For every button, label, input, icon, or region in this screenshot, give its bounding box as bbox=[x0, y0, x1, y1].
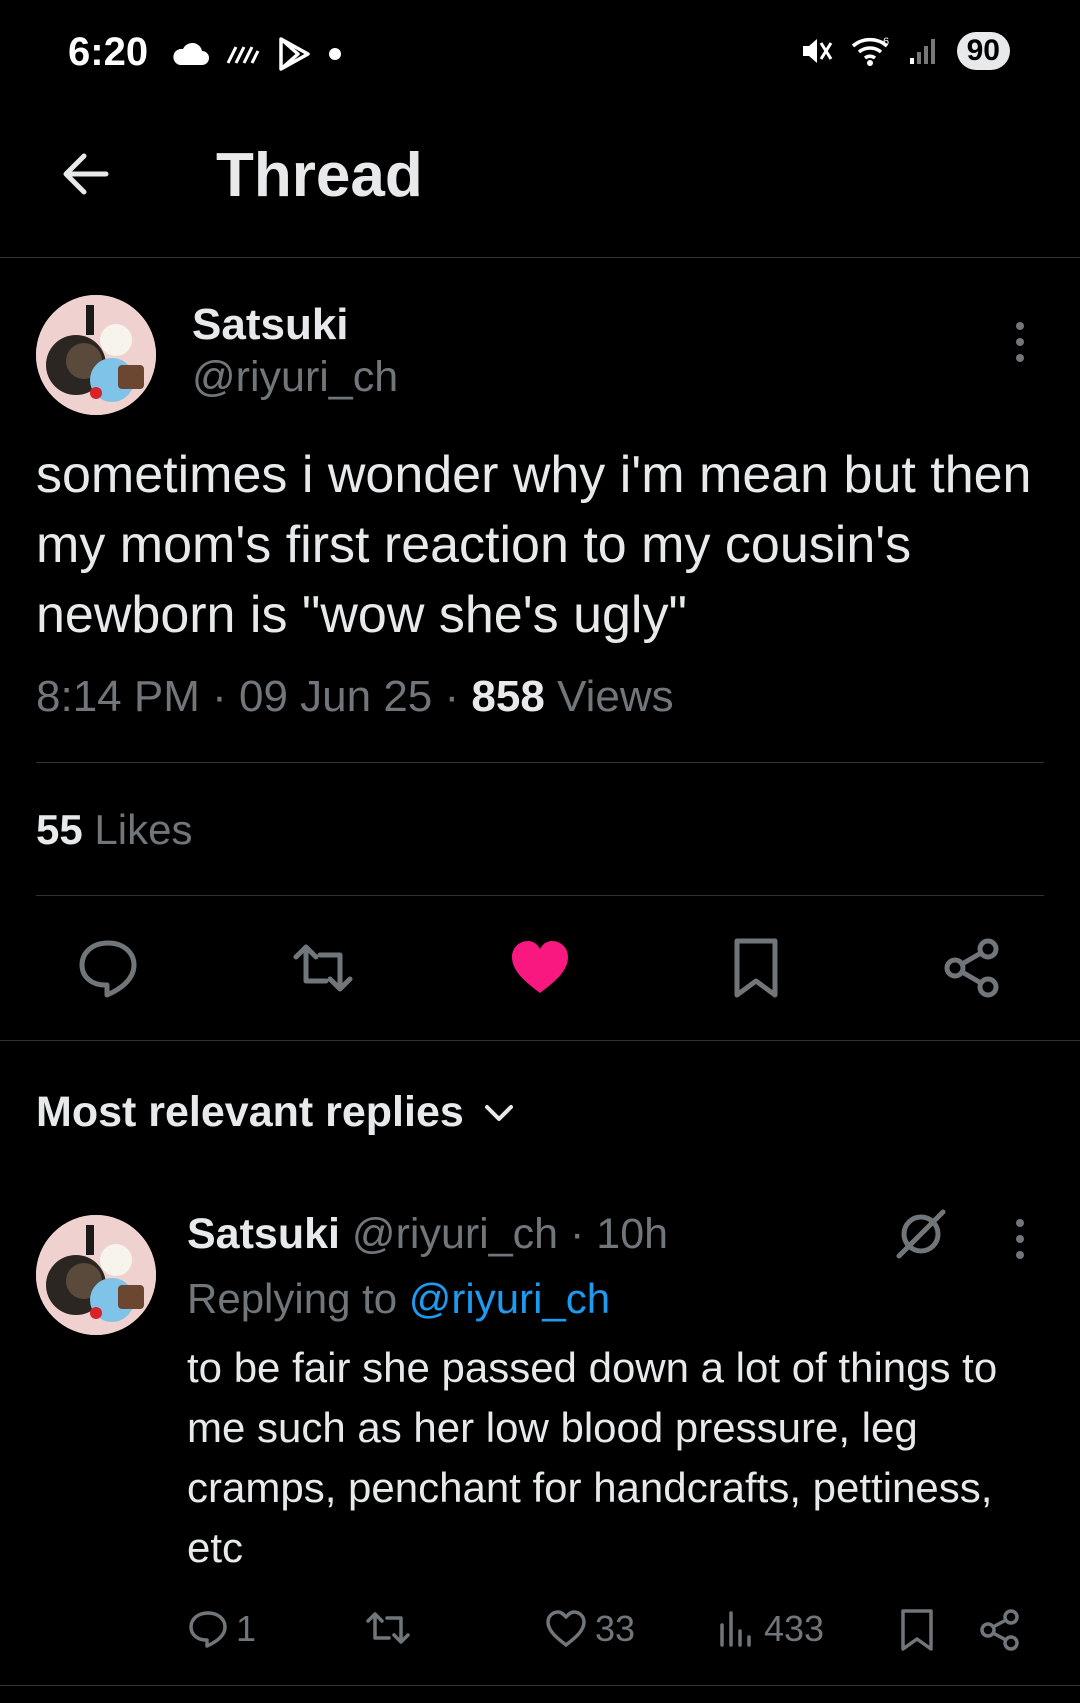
reply-bookmark-icon[interactable] bbox=[897, 1608, 937, 1652]
header-divider bbox=[0, 257, 1080, 258]
actions-divider bbox=[0, 1040, 1080, 1041]
reply-age: 10h bbox=[596, 1210, 669, 1258]
signal-icon bbox=[909, 39, 935, 64]
views-label: Views bbox=[557, 672, 674, 721]
replying-to: Replying to @riyuri_ch bbox=[187, 1275, 610, 1323]
mute-icon bbox=[802, 39, 832, 63]
page-title: Thread bbox=[216, 141, 423, 210]
reply-views-button[interactable]: 433 bbox=[718, 1608, 824, 1650]
reply-avatar[interactable] bbox=[36, 1215, 156, 1335]
reply-retweet-button[interactable] bbox=[365, 1608, 411, 1648]
reply-count: 1 bbox=[236, 1608, 257, 1649]
reply-reply-button[interactable]: 1 bbox=[188, 1608, 256, 1650]
replies-sort-dropdown[interactable]: Most relevant replies bbox=[36, 1088, 514, 1137]
avatar[interactable] bbox=[36, 295, 156, 415]
tweet-text: sometimes i wonder why i'm mean but then… bbox=[36, 446, 1032, 644]
tweet-date: 09 Jun 25 bbox=[239, 672, 433, 721]
heart-outline-icon bbox=[546, 1610, 586, 1647]
reply-icon[interactable] bbox=[77, 937, 139, 999]
reply-icon bbox=[189, 1611, 227, 1648]
status-left-icons bbox=[170, 36, 342, 72]
retweet-icon[interactable] bbox=[292, 937, 354, 999]
reply-more-options-icon[interactable] bbox=[1000, 1215, 1040, 1265]
arrow-left-icon bbox=[63, 153, 109, 195]
stats-divider bbox=[36, 895, 1044, 896]
likes-label: Likes bbox=[94, 806, 193, 853]
more-options-icon[interactable] bbox=[1000, 318, 1040, 368]
replying-handle-link[interactable]: @riyuri_ch bbox=[409, 1275, 610, 1322]
status-right-icons: 6 90 bbox=[799, 32, 1010, 70]
data-saver-icon bbox=[226, 46, 260, 64]
battery-level: 90 bbox=[956, 32, 1010, 70]
reply-share-icon[interactable] bbox=[979, 1608, 1021, 1652]
reply-author-name[interactable]: Satsuki bbox=[187, 1210, 340, 1258]
views-count: 858 bbox=[471, 672, 545, 721]
reply-text: to be fair she passed down a lot of thin… bbox=[187, 1344, 998, 1571]
author-name[interactable]: Satsuki bbox=[192, 300, 349, 350]
author-handle[interactable]: @riyuri_ch bbox=[192, 353, 398, 402]
replies-sort-label: Most relevant replies bbox=[36, 1088, 464, 1136]
reply-header: Satsuki @riyuri_ch · 10h bbox=[187, 1210, 669, 1258]
like-icon[interactable] bbox=[509, 937, 571, 999]
views-icon bbox=[720, 1611, 751, 1647]
reply-view-count: 433 bbox=[764, 1608, 825, 1649]
reply-divider bbox=[0, 1685, 1080, 1686]
likes-count: 55 bbox=[36, 806, 83, 853]
play-store-icon bbox=[279, 37, 310, 71]
reply-like-button[interactable]: 33 bbox=[545, 1608, 635, 1650]
share-icon[interactable] bbox=[941, 937, 1003, 999]
chevron-down-icon bbox=[484, 1104, 513, 1121]
grok-icon[interactable] bbox=[893, 1206, 949, 1262]
reply-author-handle[interactable]: @riyuri_ch bbox=[352, 1210, 558, 1258]
meta-divider bbox=[36, 762, 1044, 763]
retweet-icon bbox=[366, 1612, 410, 1644]
replying-prefix: Replying to bbox=[187, 1275, 398, 1322]
tweet-time: 8:14 PM bbox=[36, 672, 200, 721]
reply-like-count: 33 bbox=[595, 1608, 636, 1649]
bookmark-icon[interactable] bbox=[725, 937, 787, 999]
status-time: 6:20 bbox=[68, 30, 149, 74]
likes-stat[interactable]: 55 Likes bbox=[36, 806, 192, 854]
svg-text:6: 6 bbox=[883, 36, 889, 48]
wifi-icon: 6 bbox=[851, 36, 889, 66]
back-button[interactable] bbox=[56, 144, 116, 204]
cloud-icon bbox=[173, 42, 209, 65]
tweet-meta: 8:14 PM · 09 Jun 25 · 858 Views bbox=[36, 672, 674, 721]
dot-icon bbox=[329, 48, 341, 60]
